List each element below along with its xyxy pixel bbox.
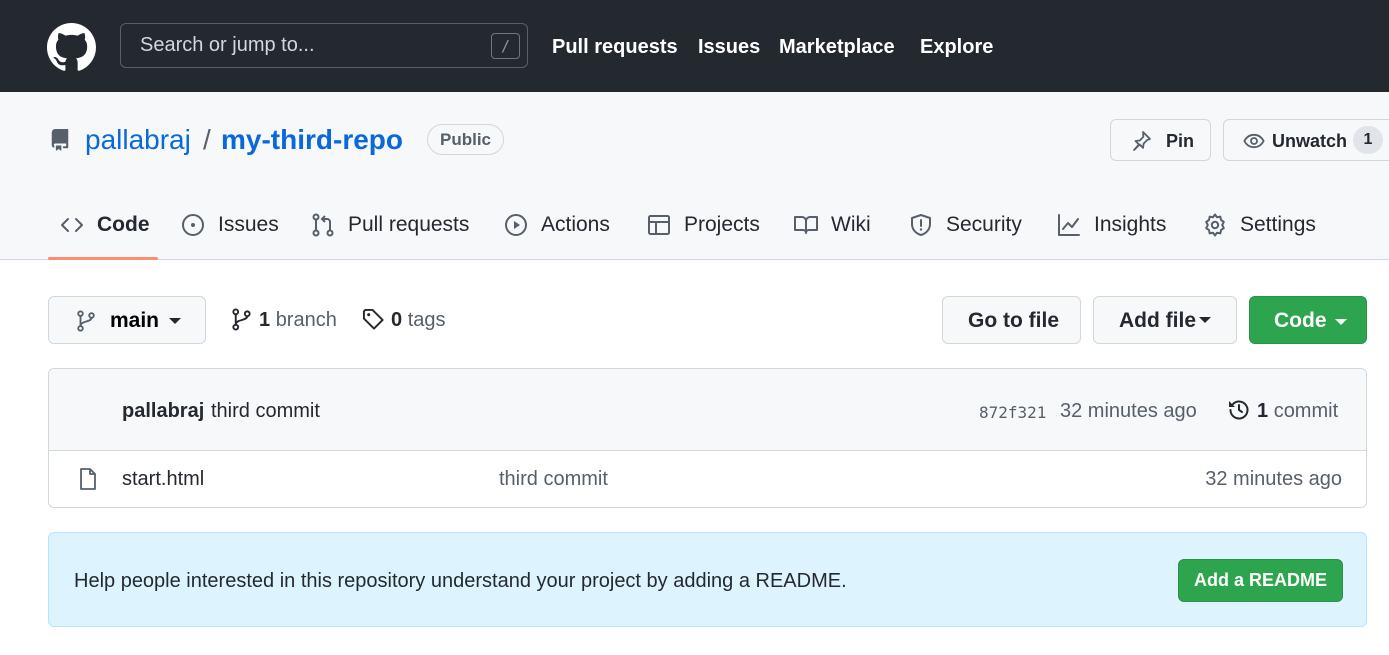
nav-explore[interactable]: Explore xyxy=(920,35,993,59)
search-shortcut-key: / xyxy=(491,33,520,59)
code-icon xyxy=(61,218,83,232)
latest-commit-bar: pallabraj third commit 872f321 32 minute… xyxy=(49,369,1366,451)
visibility-badge: Public xyxy=(427,124,505,155)
commit-author-link[interactable]: pallabraj xyxy=(122,399,204,423)
chevron-down-icon xyxy=(1335,319,1347,325)
commit-word: commit xyxy=(1273,400,1339,422)
file-name-link[interactable]: start.html xyxy=(122,467,204,491)
file-icon xyxy=(80,468,96,490)
commits-link[interactable]: 1 commit xyxy=(1257,399,1338,423)
tab-pull-requests-label: Pull requests xyxy=(348,213,470,236)
global-header: / Pull requests Issues Marketplace Explo… xyxy=(0,0,1389,92)
tag-count: 0 xyxy=(391,309,403,331)
repo-name-link[interactable]: my-third-repo xyxy=(221,122,403,158)
tab-wiki-label: Wiki xyxy=(831,213,871,236)
code-button-label: Code xyxy=(1274,309,1327,332)
tag-icon xyxy=(362,308,384,330)
git-branch-icon xyxy=(232,308,251,331)
tab-insights-label: Insights xyxy=(1094,213,1167,236)
breadcrumb-separator: / xyxy=(203,124,211,155)
repo-icon xyxy=(51,129,69,151)
tab-code-label: Code xyxy=(97,213,150,236)
nav-issues[interactable]: Issues xyxy=(698,35,760,59)
eye-icon xyxy=(1243,133,1265,149)
repository-header: pallabraj / my-third-repo Public Pin Unw… xyxy=(0,92,1389,260)
commit-message-link[interactable]: third commit xyxy=(211,399,320,423)
file-commit-time: 32 minutes ago xyxy=(1205,468,1342,490)
github-mark-icon[interactable] xyxy=(47,23,96,72)
repo-owner-link[interactable]: pallabraj xyxy=(85,122,191,158)
shield-icon xyxy=(911,214,931,236)
go-to-file-button[interactable]: Go to file xyxy=(942,296,1081,344)
play-icon xyxy=(505,214,527,236)
add-readme-button[interactable]: Add a README xyxy=(1178,559,1343,602)
file-list: pallabraj third commit 872f321 32 minute… xyxy=(48,368,1367,508)
git-pull-request-icon xyxy=(312,213,334,237)
add-readme-banner: Help people interested in this repositor… xyxy=(48,532,1367,627)
tab-settings-label: Settings xyxy=(1240,213,1316,236)
branch-count: 1 xyxy=(259,309,271,331)
chevron-down-icon xyxy=(1199,317,1211,323)
issue-opened-icon xyxy=(182,214,204,236)
go-to-file-label: Go to file xyxy=(968,309,1059,332)
nav-pull-requests[interactable]: Pull requests xyxy=(552,35,678,59)
file-commit-message-link[interactable]: third commit xyxy=(499,467,608,491)
git-branch-icon xyxy=(77,310,95,332)
commit-sha-link[interactable]: 872f321 xyxy=(979,402,1046,424)
tag-word: tags xyxy=(407,309,446,331)
pin-button[interactable]: Pin xyxy=(1110,119,1211,161)
search-box[interactable]: / xyxy=(120,23,528,68)
search-input[interactable] xyxy=(121,24,481,67)
readme-prompt-text: Help people interested in this repositor… xyxy=(74,570,847,592)
history-icon[interactable] xyxy=(1227,398,1251,422)
chevron-down-icon xyxy=(169,318,181,324)
tab-issues-label: Issues xyxy=(218,213,279,236)
unwatch-button[interactable]: Unwatch 1 xyxy=(1223,119,1389,161)
active-tab-indicator xyxy=(48,257,158,260)
tab-security-label: Security xyxy=(946,213,1022,236)
table-icon xyxy=(648,215,670,235)
add-file-label: Add file xyxy=(1119,309,1196,332)
tab-projects-label: Projects xyxy=(684,213,760,236)
commit-count: 1 xyxy=(1257,400,1269,422)
tab-actions-label: Actions xyxy=(541,213,610,236)
nav-marketplace[interactable]: Marketplace xyxy=(779,35,895,59)
unwatch-label: Unwatch xyxy=(1272,131,1348,151)
graph-icon xyxy=(1058,214,1080,236)
book-icon xyxy=(794,216,818,234)
pin-icon xyxy=(1133,131,1151,151)
pin-label: Pin xyxy=(1166,131,1195,151)
watchers-counter: 1 xyxy=(1353,126,1383,154)
code-dropdown-button[interactable]: Code xyxy=(1249,296,1367,344)
commit-time: 32 minutes ago xyxy=(1060,400,1197,422)
branch-word: branch xyxy=(275,309,337,331)
branch-name: main xyxy=(110,309,160,332)
add-file-button[interactable]: Add file xyxy=(1093,296,1237,344)
table-row: start.html third commit 32 minutes ago xyxy=(49,451,1366,507)
branch-select-button[interactable]: main xyxy=(48,296,206,344)
gear-icon xyxy=(1205,213,1225,237)
